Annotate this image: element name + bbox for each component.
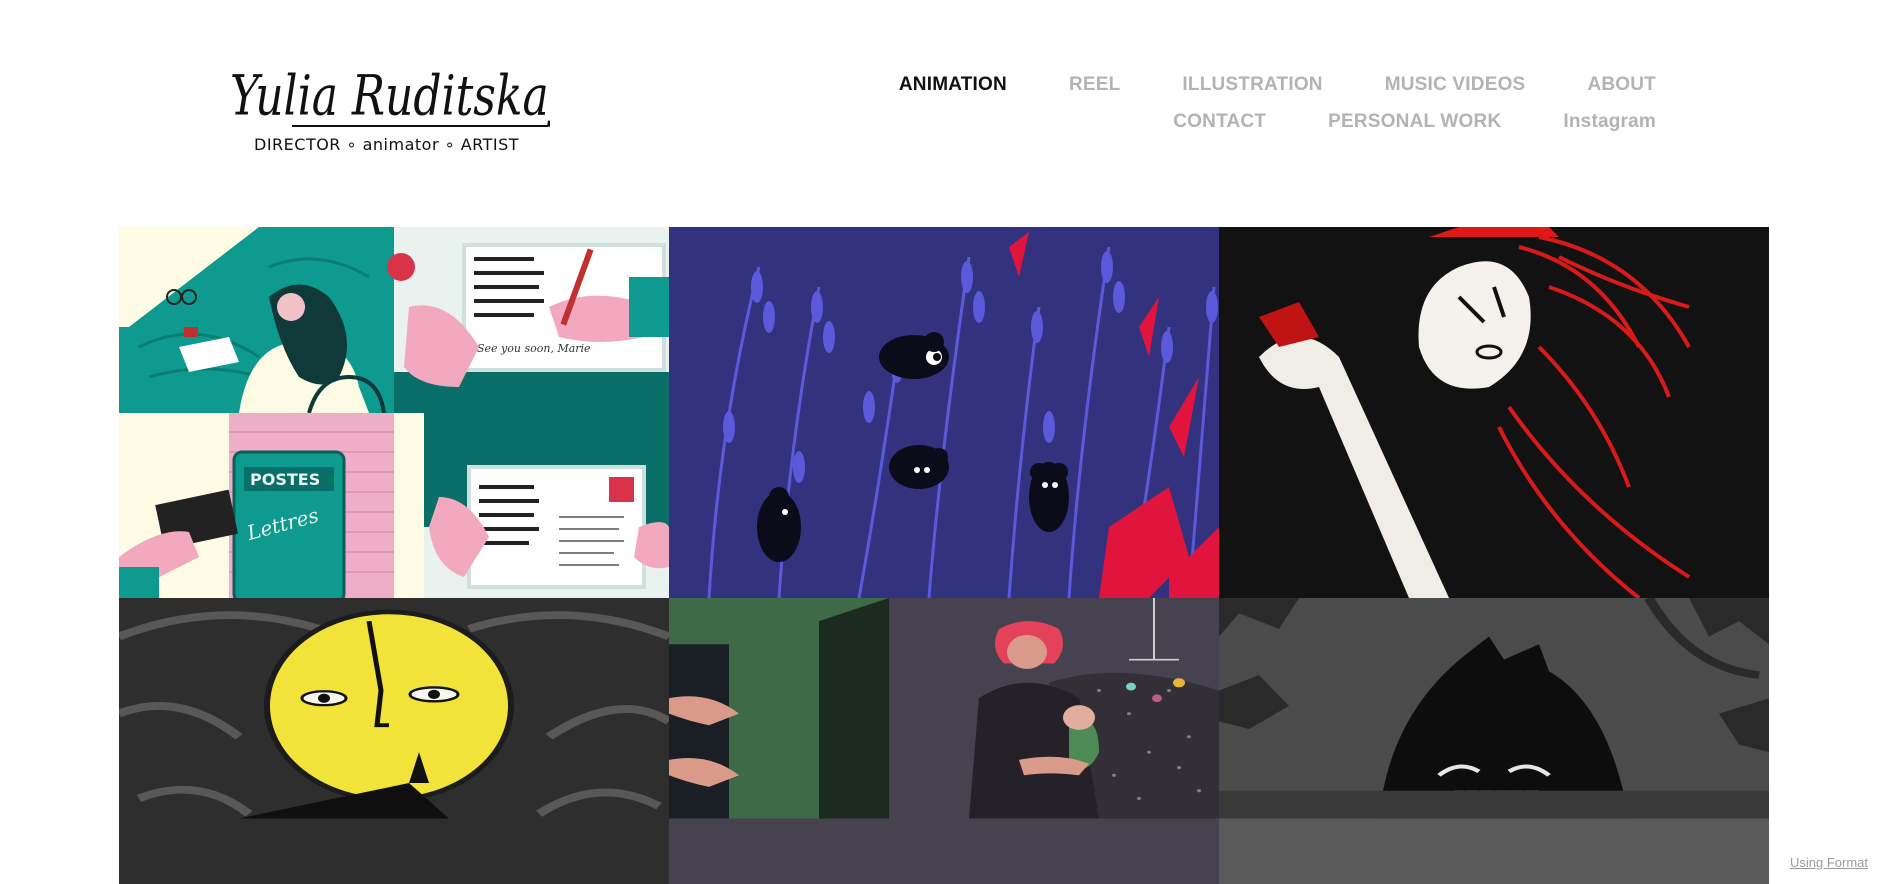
project-tile-mother-baby[interactable] [669, 598, 1219, 884]
project-tile-mice[interactable] [669, 227, 1219, 598]
nav-item-instagram[interactable]: Instagram [1563, 111, 1656, 133]
site-logo[interactable]: Yulia Ruditskaya DIRECTOR ∘ animator ∘ A… [230, 62, 550, 158]
logo-name: Yulia Ruditskaya [230, 64, 550, 128]
nav-row-1: ANIMATION REEL ILLUSTRATION MUSIC VIDEOS… [899, 74, 1656, 96]
project-tile-moon-face[interactable] [119, 598, 669, 884]
nav-item-personal-work[interactable]: PERSONAL WORK [1328, 111, 1501, 133]
project-tile-shadow-monster[interactable] [1219, 598, 1769, 884]
note-text: See you soon, Marie [477, 342, 591, 355]
nav-item-reel[interactable]: REEL [1069, 74, 1120, 96]
using-format-link[interactable]: Using Format [1790, 855, 1868, 870]
nav-item-contact[interactable]: CONTACT [1173, 111, 1266, 133]
project-tile-letters[interactable]: See you soon, Marie POSTES Lettres [119, 227, 669, 598]
nav-item-illustration[interactable]: ILLUSTRATION [1182, 74, 1322, 96]
logo-tagline: DIRECTOR ∘ animator ∘ ARTIST [254, 135, 519, 154]
nav-item-music-videos[interactable]: MUSIC VIDEOS [1385, 74, 1526, 96]
nav-item-animation[interactable]: ANIMATION [899, 74, 1007, 96]
nav-row-2: CONTACT PERSONAL WORK Instagram [1173, 111, 1656, 133]
nav-item-about[interactable]: ABOUT [1587, 74, 1656, 96]
mailbox-text: POSTES [250, 470, 320, 489]
portfolio-grid: See you soon, Marie POSTES Lettres [119, 227, 1769, 884]
project-tile-red-hair[interactable] [1219, 227, 1769, 598]
main-nav: ANIMATION REEL ILLUSTRATION MUSIC VIDEOS… [899, 74, 1656, 133]
